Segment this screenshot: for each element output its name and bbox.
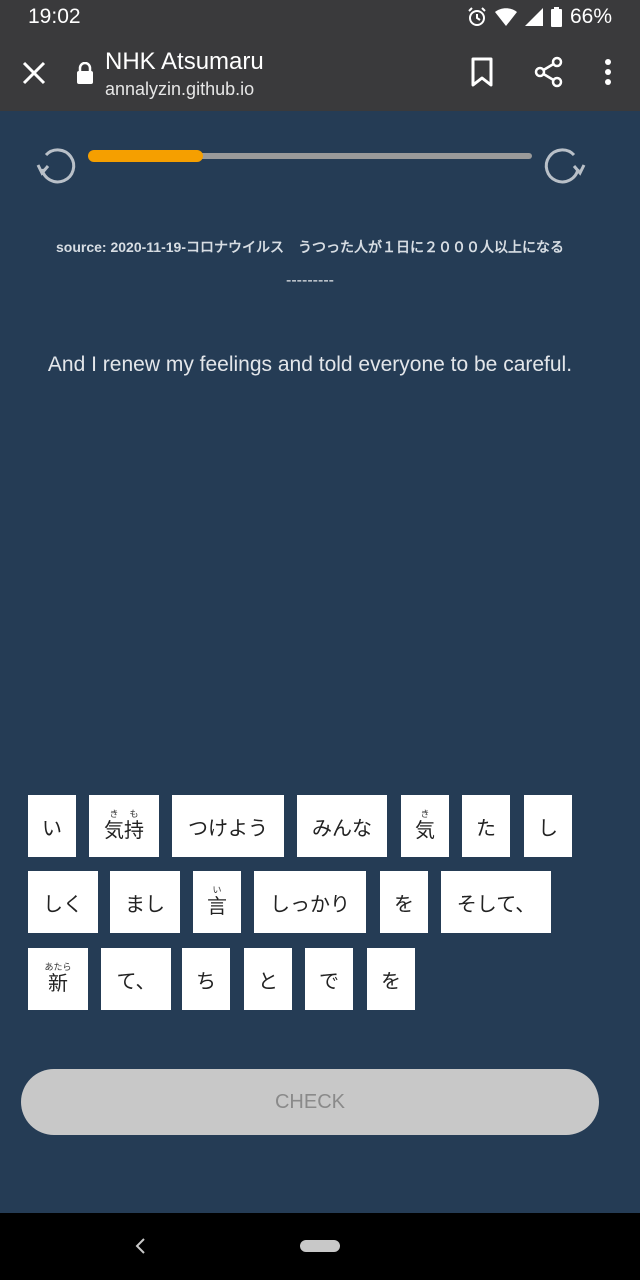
furigana-text: 気き (104, 809, 124, 842)
word-tile[interactable]: そして、 (441, 871, 551, 933)
status-icons: 66% (467, 5, 612, 29)
lock-icon (77, 62, 93, 84)
undo-icon[interactable] (32, 143, 80, 191)
wifi-icon (494, 8, 517, 26)
furigana-text: 新あたら (44, 962, 72, 995)
progress-bar (88, 150, 532, 162)
word-tile[interactable]: た (462, 795, 510, 857)
word-tile[interactable]: い (28, 795, 76, 857)
source-label: source: 2020-11-19-コロナウイルス うつった人が１日に２０００… (56, 239, 564, 255)
word-tile[interactable]: で (305, 948, 353, 1010)
english-sentence: And I renew my feelings and told everyon… (47, 353, 573, 376)
furigana-text: 言い (207, 885, 227, 918)
word-tile[interactable]: まし (110, 871, 180, 933)
home-pill[interactable] (300, 1240, 340, 1252)
word-tile[interactable]: 気き 持も (89, 795, 159, 857)
page-title: NHK Atsumaru (105, 48, 264, 75)
battery-percent: 66% (569, 5, 612, 28)
status-time: 19:02 (28, 5, 81, 28)
status-bar: 19:02 66% (0, 0, 640, 34)
furigana-text: 気き (415, 809, 435, 842)
alarm-icon (468, 7, 486, 26)
bookmark-icon[interactable] (468, 56, 496, 88)
close-icon[interactable] (20, 59, 48, 87)
word-tile[interactable]: 新あたら (28, 948, 88, 1010)
redo-icon[interactable] (540, 143, 590, 191)
word-tile[interactable]: を (380, 871, 428, 933)
system-nav-bar (0, 1213, 640, 1280)
word-tile[interactable]: 気き (401, 795, 449, 857)
battery-icon (550, 7, 562, 27)
page-url[interactable]: annalyzin.github.io (105, 79, 254, 100)
back-icon[interactable] (130, 1235, 150, 1257)
word-tile[interactable]: しく (28, 871, 98, 933)
word-tile[interactable]: と (244, 948, 292, 1010)
word-tile[interactable]: つけよう (172, 795, 284, 857)
word-tile[interactable]: 言い (193, 871, 241, 933)
share-icon[interactable] (533, 56, 565, 88)
answer-placeholder: --------- (286, 272, 334, 289)
more-menu-icon[interactable] (598, 56, 618, 88)
signal-icon (524, 8, 543, 26)
word-tile[interactable]: し (524, 795, 572, 857)
furigana-text: 持も (124, 809, 144, 842)
word-tile[interactable]: みんな (297, 795, 387, 857)
word-tile[interactable]: ち (182, 948, 230, 1010)
word-tile[interactable]: を (367, 948, 415, 1010)
word-tile[interactable]: て、 (101, 948, 171, 1010)
progress-fill (88, 150, 204, 162)
browser-toolbar: NHK Atsumaru annalyzin.github.io (0, 34, 640, 111)
word-tile[interactable]: しっかり (254, 871, 366, 933)
check-button[interactable]: CHECK (21, 1069, 599, 1135)
